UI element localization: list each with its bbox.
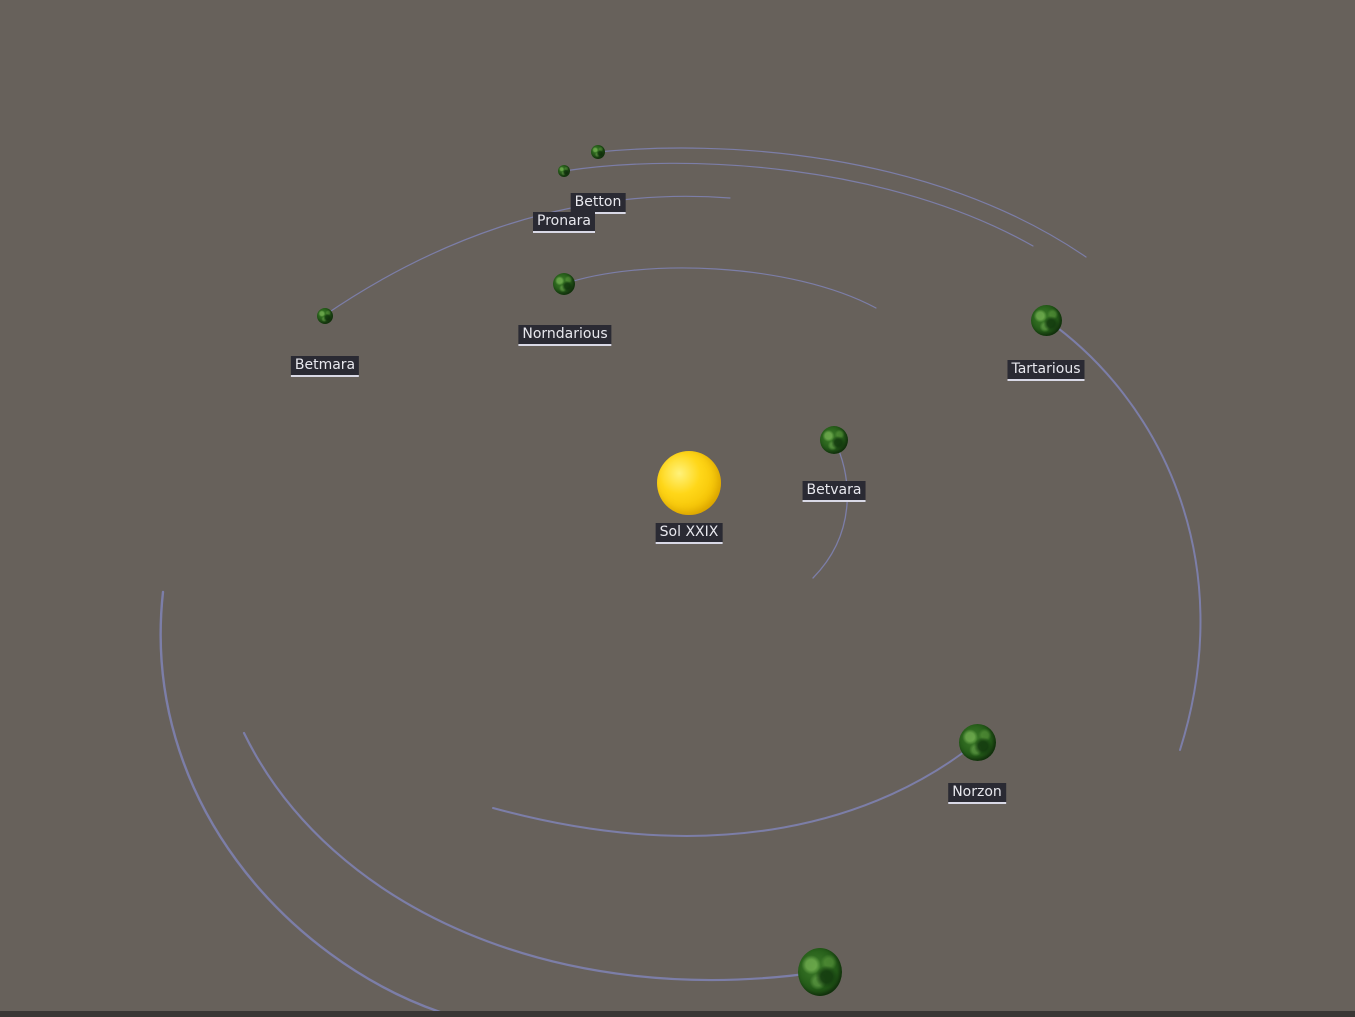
planet-label-betvara[interactable]: Betvara <box>802 481 866 502</box>
solar-system-view[interactable]: Sol XXIX Betton Pronara Norndarious Betm… <box>0 0 1355 1017</box>
planet-label-norndarious[interactable]: Norndarious <box>518 325 612 346</box>
planet-tartarious[interactable] <box>1031 305 1062 336</box>
orbit-path-outer-left <box>159 590 442 1014</box>
orbit-path-norndarious <box>563 267 877 309</box>
planet-label-tartarious[interactable]: Tartarious <box>1007 360 1085 381</box>
planet-label-norzon[interactable]: Norzon <box>948 783 1006 804</box>
planet-betmara[interactable] <box>317 308 333 324</box>
planet-label-pronara[interactable]: Pronara <box>533 212 595 233</box>
orbit-path-tartarious <box>1046 319 1202 751</box>
bottom-bar <box>0 1011 1355 1017</box>
planet-norndarious[interactable] <box>553 273 575 295</box>
orbit-path-betvara <box>812 439 848 579</box>
planet-label-betmara[interactable]: Betmara <box>290 356 360 377</box>
planet-betvara[interactable] <box>820 426 848 454</box>
orbit-path-inner-left <box>242 731 822 982</box>
orbit-path-norzon <box>492 741 978 837</box>
orbit-path-betmara <box>324 195 731 316</box>
orbit-path-betton <box>597 147 1087 258</box>
planet-norzon[interactable] <box>959 724 996 761</box>
orbit-path-pronara <box>563 162 1034 247</box>
star-sol-xxix[interactable] <box>657 451 721 515</box>
planet-betton[interactable] <box>591 145 605 159</box>
planet-pronara[interactable] <box>558 165 570 177</box>
planet-unlabeled[interactable] <box>798 948 842 996</box>
star-label[interactable]: Sol XXIX <box>655 523 723 544</box>
planet-label-betton[interactable]: Betton <box>570 193 626 214</box>
